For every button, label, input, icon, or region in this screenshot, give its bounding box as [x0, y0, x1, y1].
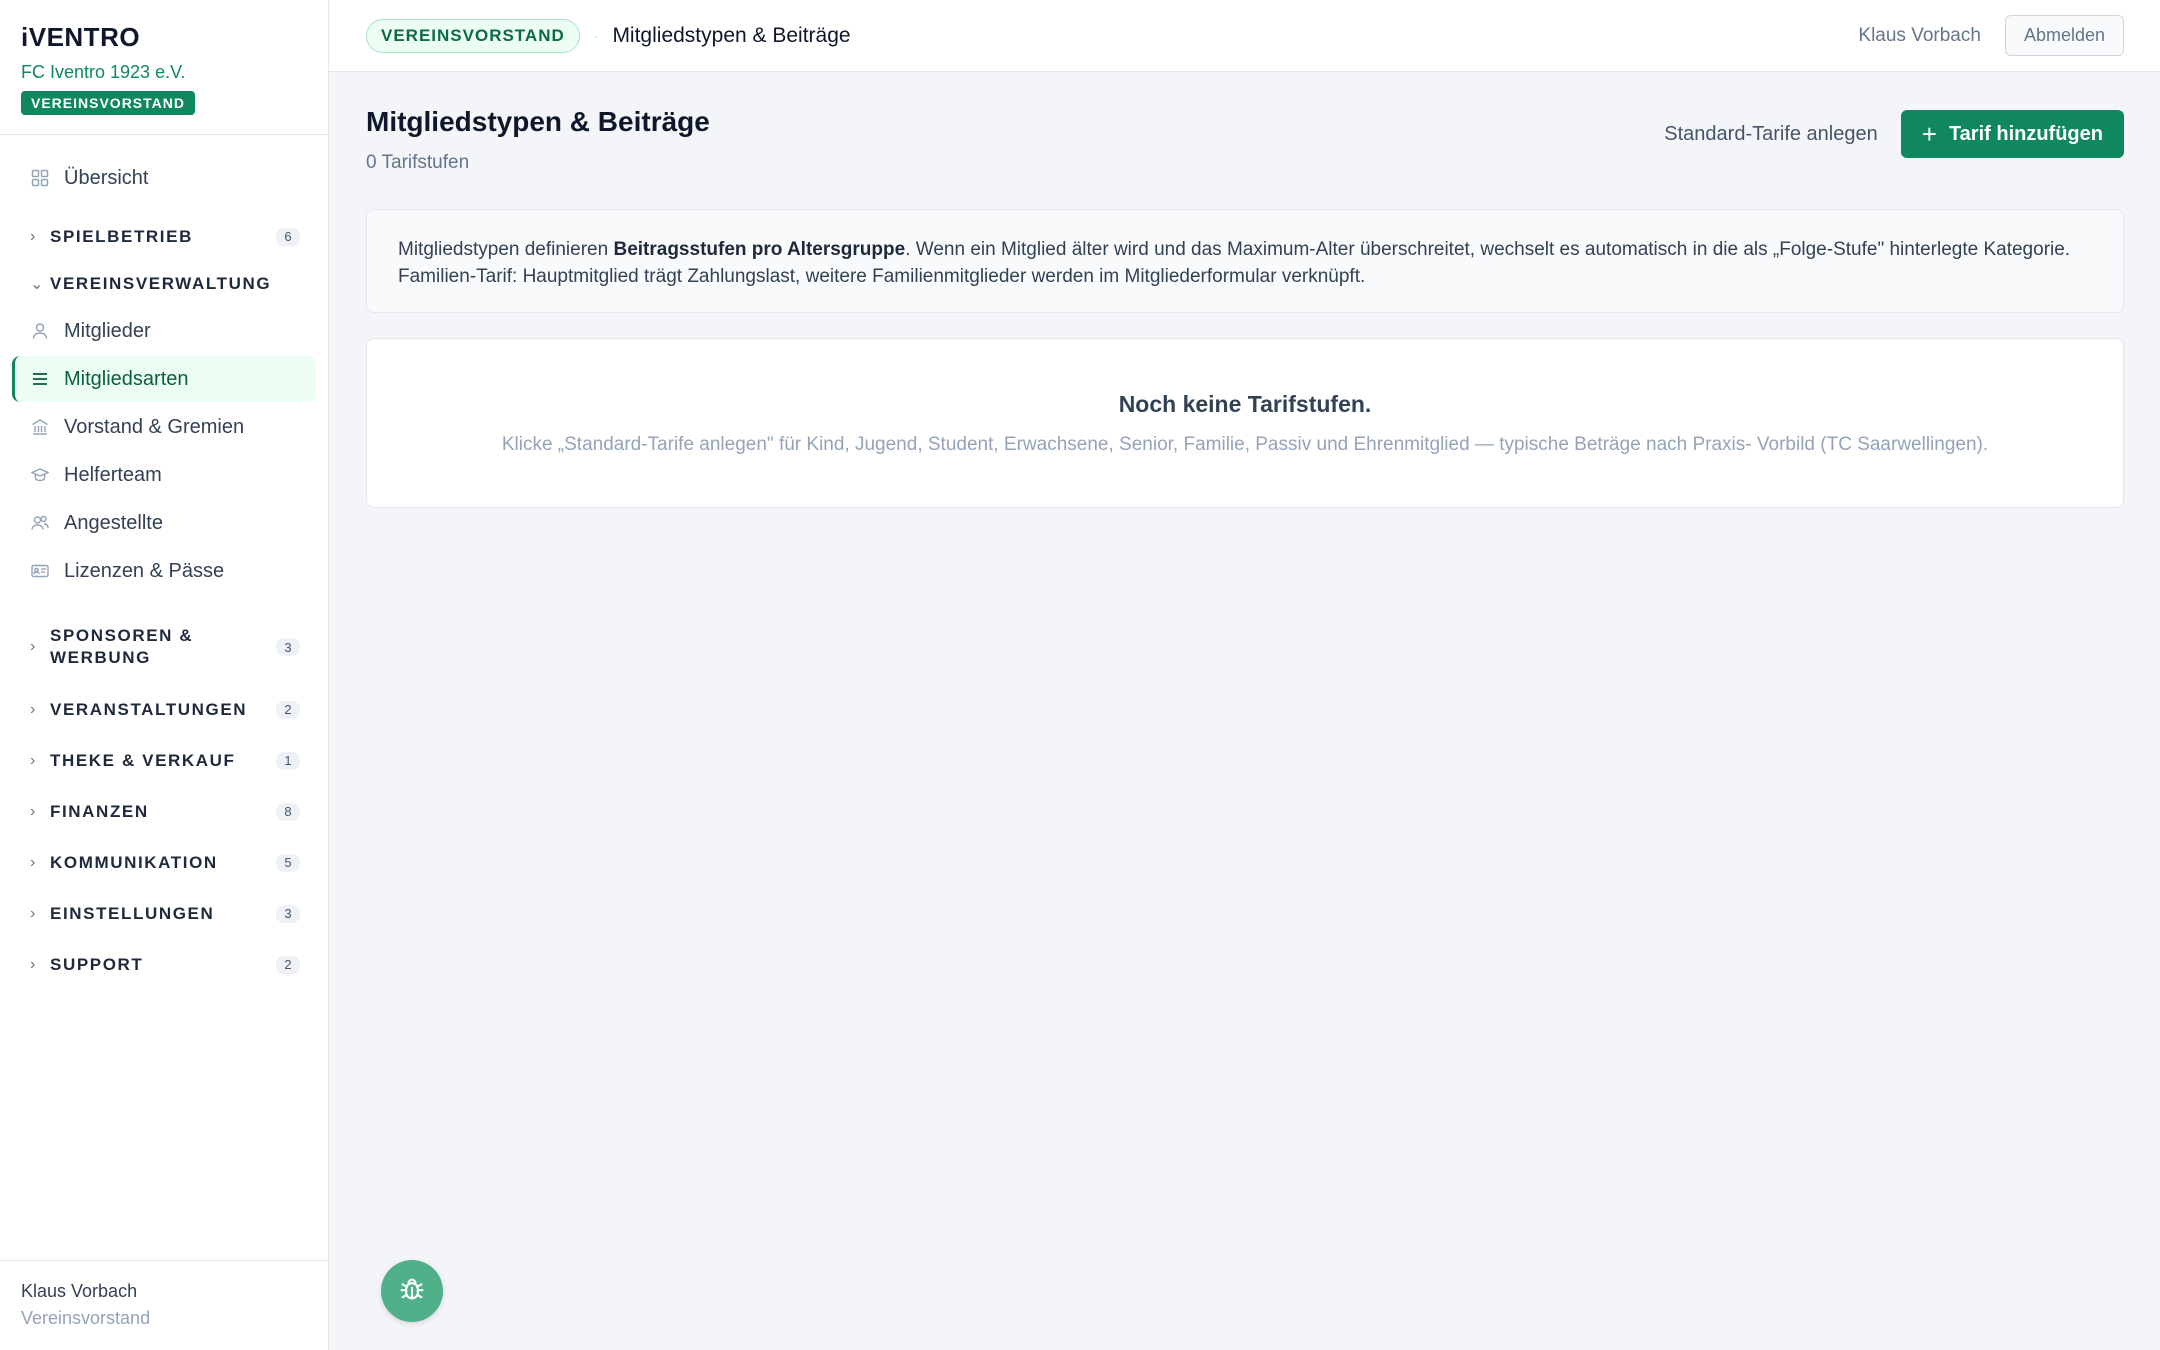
section-label: EINSTELLUNGEN	[50, 903, 215, 923]
empty-state-title: Noch keine Tarifstufen.	[1118, 390, 1372, 417]
section-label: VEREINSVERWALTUNG	[50, 274, 272, 293]
breadcrumb: VEREINSVORSTAND · Mitgliedstypen & Beitr…	[366, 18, 851, 53]
section-einstellungen[interactable]: › EINSTELLUNGEN 3	[0, 888, 328, 939]
chevron-right-icon: ›	[30, 700, 36, 718]
list-icon	[30, 369, 50, 389]
sidebar-item-label: Mitgliedsarten	[64, 367, 189, 390]
sidebar-item-label: Mitglieder	[64, 319, 151, 342]
sidebar-item-label: Lizenzen & Pässe	[64, 559, 225, 582]
section-count: 2	[276, 700, 300, 719]
id-card-icon	[30, 561, 50, 581]
tier-count: 0 Tarifstufen	[366, 152, 470, 173]
sidebar-item-label: Helferteam	[64, 463, 162, 486]
sidebar-item-uebersicht[interactable]: Übersicht	[12, 155, 316, 201]
section-kommunikation[interactable]: › KOMMUNIKATION 5	[0, 837, 328, 888]
sidebar-item-lizenzen-paesse[interactable]: Lizenzen & Pässe	[12, 548, 316, 594]
main-area: VEREINSVORSTAND · Mitgliedstypen & Beitr…	[329, 0, 2160, 1350]
app-logo[interactable]: iVENTRO	[21, 22, 307, 53]
section-spielbetrieb[interactable]: › SPIELBETRIEB 6	[0, 211, 328, 262]
section-finanzen[interactable]: › FINANZEN 8	[0, 786, 328, 837]
section-label: SPONSOREN & WERBUNG	[50, 626, 194, 667]
add-tariff-button[interactable]: + Tarif hinzufügen	[1900, 110, 2124, 158]
plus-icon: +	[1921, 119, 1937, 149]
topbar-user-name: Klaus Vorbach	[1858, 24, 1981, 46]
sidebar-nav: Übersicht › SPIELBETRIEB 6 ⌄ VEREINSVERWAL…	[0, 135, 328, 990]
user-icon	[30, 321, 50, 341]
chevron-right-icon: ›	[30, 638, 36, 655]
section-label: THEKE & VERKAUF	[50, 750, 236, 770]
section-count: 3	[276, 904, 300, 923]
section-label: KOMMUNIKATION	[50, 852, 218, 872]
page-title: Mitgliedstypen & Beiträge	[366, 106, 710, 137]
empty-state-text: Klicke „Standard-Tarife anlegen" für Kin…	[501, 433, 1989, 455]
sidebar-item-helferteam[interactable]: Helferteam	[12, 452, 316, 498]
chevron-right-icon: ›	[30, 802, 36, 820]
chevron-right-icon: ›	[30, 227, 36, 245]
chevron-right-icon: ›	[30, 955, 36, 973]
bug-icon	[398, 1275, 426, 1308]
club-name: FC Iventro 1923 e.V.	[21, 62, 186, 82]
section-sponsoren-werbung[interactable]: › SPONSOREN & WERBUNG 3	[0, 610, 328, 684]
sidebar-item-mitglieder[interactable]: Mitglieder	[12, 308, 316, 354]
section-count: 6	[276, 227, 300, 246]
section-veranstaltungen[interactable]: › VERANSTALTUNGEN 2	[0, 684, 328, 735]
section-support[interactable]: › SUPPORT 2	[0, 939, 328, 990]
create-default-tariffs-button[interactable]: Standard-Tarife anlegen	[1664, 123, 1877, 146]
section-count: 8	[276, 802, 300, 821]
logout-button[interactable]: Abmelden	[2004, 15, 2124, 56]
sidebar-item-label: Vorstand & Gremien	[64, 415, 245, 438]
building-icon	[30, 417, 50, 437]
sidebar-item-mitgliedsarten[interactable]: Mitgliedsarten	[12, 356, 316, 402]
page-content: Mitgliedstypen & Beiträge 0 Tarifstufen …	[329, 72, 2160, 508]
graduation-cap-icon	[30, 465, 50, 485]
chevron-right-icon: ›	[30, 904, 36, 922]
add-tariff-label: Tarif hinzufügen	[1948, 122, 2103, 145]
grid-icon	[30, 168, 50, 188]
breadcrumb-separator: ·	[593, 27, 599, 44]
section-theke-verkauf[interactable]: › THEKE & VERKAUF 1	[0, 735, 328, 786]
sidebar-user-role: Vereinsvorstand	[21, 1308, 151, 1328]
chevron-down-icon: ⌄	[30, 276, 44, 293]
sidebar-item-label: Angestellte	[64, 511, 163, 534]
info-box: Mitgliedstypen definieren Beitragsstufen…	[366, 209, 2124, 313]
sidebar-item-angestellte[interactable]: Angestellte	[12, 500, 316, 546]
sidebar: iVENTRO FC Iventro 1923 e.V. VEREINSVORS…	[0, 0, 329, 1350]
section-label: VERANSTALTUNGEN	[50, 699, 248, 719]
section-label: SUPPORT	[50, 954, 144, 974]
section-count: 1	[276, 751, 300, 770]
sidebar-user: Klaus Vorbach Vereinsvorstand	[0, 1260, 328, 1350]
info-text-prefix: Mitgliedstypen definieren	[398, 239, 614, 260]
breadcrumb-current: Mitgliedstypen & Beiträge	[612, 23, 851, 47]
section-count: 5	[276, 853, 300, 872]
section-count: 2	[276, 955, 300, 974]
info-text-bold: Beitragsstufen pro Altersgruppe	[613, 239, 906, 260]
chevron-right-icon: ›	[30, 853, 36, 871]
users-icon	[30, 513, 50, 533]
topbar: VEREINSVORSTAND · Mitgliedstypen & Beitr…	[329, 0, 2160, 72]
section-label: FINANZEN	[50, 801, 149, 821]
empty-state: Noch keine Tarifstufen. Klicke „Standard…	[366, 338, 2124, 508]
bug-report-button[interactable]	[381, 1260, 443, 1322]
sidebar-item-vorstand-gremien[interactable]: Vorstand & Gremien	[12, 404, 316, 450]
brand-block: iVENTRO FC Iventro 1923 e.V. VEREINSVORS…	[0, 0, 328, 135]
section-count: 3	[276, 638, 300, 656]
section-vereinsverwaltung[interactable]: ⌄ VEREINSVERWALTUNG	[0, 262, 328, 306]
sidebar-item-label: Übersicht	[64, 166, 149, 189]
role-badge: VEREINSVORSTAND	[21, 91, 195, 115]
sidebar-user-name: Klaus Vorbach	[21, 1281, 138, 1301]
chevron-right-icon: ›	[30, 751, 36, 769]
section-label: SPIELBETRIEB	[50, 226, 193, 246]
breadcrumb-role-badge[interactable]: VEREINSVORSTAND	[366, 18, 580, 53]
